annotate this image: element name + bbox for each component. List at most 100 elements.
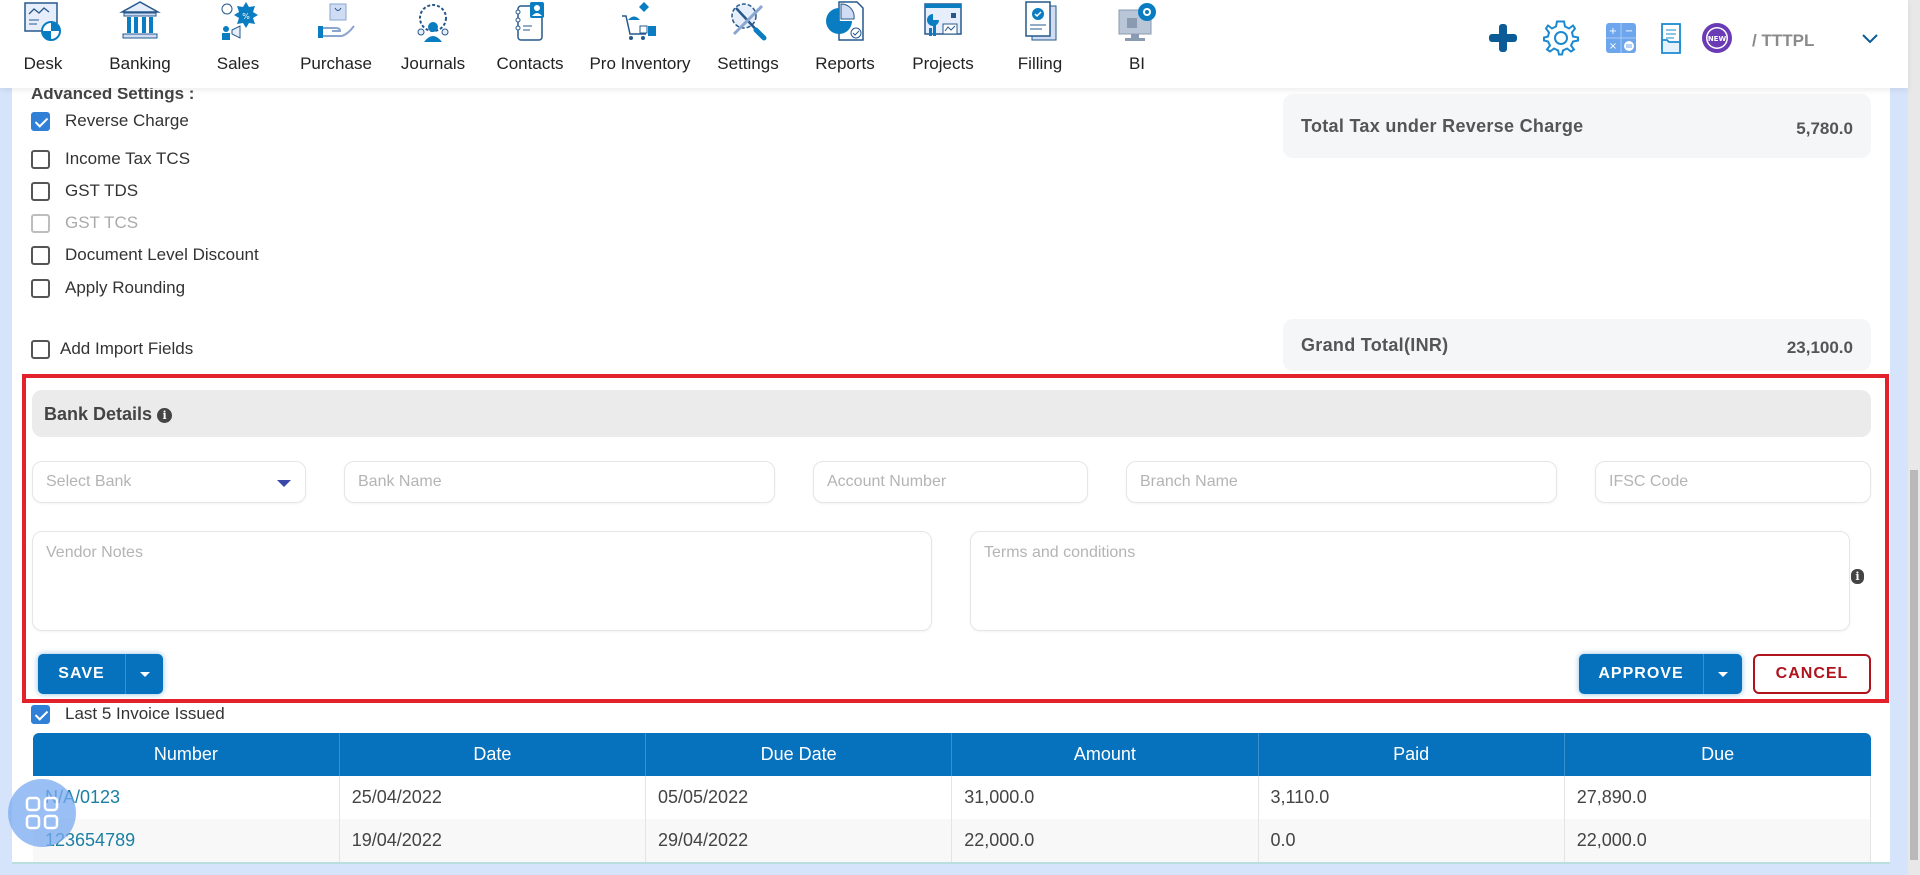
documents-icon[interactable] [1653, 20, 1689, 56]
branch-name-input[interactable] [1127, 462, 1556, 502]
nav-item-settings[interactable]: Settings [700, 0, 796, 88]
journals-icon [417, 4, 449, 42]
gear-icon[interactable] [1543, 20, 1579, 56]
apps-floating-button[interactable] [8, 779, 76, 847]
approve-button[interactable]: APPROVE [1579, 654, 1703, 694]
checkbox-label: GST TDS [65, 181, 139, 200]
bank-name-input[interactable] [345, 462, 774, 502]
column-header[interactable]: Date [339, 733, 647, 776]
terms-conditions-field[interactable] [970, 531, 1850, 631]
income-tax-tcs-option[interactable]: Income Tax TCS [31, 148, 190, 170]
nav-item-banking[interactable]: Banking [92, 0, 188, 88]
svg-text:NEW: NEW [1708, 35, 1727, 43]
gst-tcs-option: GST TCS [31, 212, 138, 234]
document-level-discount-option[interactable]: Document Level Discount [31, 244, 259, 266]
nav-item-bi[interactable]: BI [1089, 0, 1185, 88]
total-value: 23,100.0 [1786, 338, 1853, 357]
gst-tds-option[interactable]: GST TDS [31, 180, 138, 202]
terms-conditions-textarea[interactable] [971, 532, 1849, 630]
contacts-icon [515, 2, 544, 41]
invoice-date: 25/04/2022 [339, 776, 647, 819]
svg-text:%: % [242, 12, 250, 21]
calculator-icon[interactable]: + −× [1603, 20, 1639, 56]
checkbox-label: GST TCS [65, 213, 139, 232]
top-navigation-bar: Desk Banking % Sales Purchase Journals C… [0, 0, 1908, 88]
terms-info-icon[interactable]: i [1851, 569, 1864, 584]
column-header[interactable]: Due Date [645, 733, 953, 776]
nav-item-pro-inventory[interactable]: Pro Inventory [589, 0, 691, 88]
save-button[interactable]: SAVE [38, 654, 125, 694]
reverse-charge-checkbox[interactable] [31, 111, 50, 131]
nav-item-filling[interactable]: Filling [992, 0, 1088, 88]
grand-total: Grand Total(INR) 23,100.0 [1283, 319, 1871, 371]
apply-rounding-checkbox[interactable] [31, 278, 50, 298]
bi-icon [1118, 3, 1156, 41]
table-header-row: Number Date Due Date Amount Paid Due [33, 733, 1871, 776]
settings-icon [731, 3, 767, 41]
chevron-down-icon[interactable] [1860, 31, 1880, 45]
checkbox-label: Income Tax TCS [65, 149, 191, 168]
filling-icon [1025, 1, 1057, 41]
vendor-notes-textarea[interactable] [33, 532, 931, 630]
bank-name-field[interactable] [344, 461, 775, 503]
info-icon[interactable]: i [157, 407, 173, 423]
approve-options-dropdown[interactable] [1703, 654, 1742, 694]
invoice-table: Number Date Due Date Amount Paid Due N/A… [33, 733, 1872, 862]
gst-tds-checkbox[interactable] [31, 181, 50, 201]
income-tax-tcs-checkbox[interactable] [31, 149, 50, 169]
column-header[interactable]: Amount [951, 733, 1259, 776]
reports-icon [826, 1, 864, 41]
nav-item-journals[interactable]: Journals [385, 0, 481, 88]
invoice-date: 19/04/2022 [339, 819, 647, 862]
nav-item-reports[interactable]: Reports [797, 0, 893, 88]
last-5-invoice-toggle[interactable]: Last 5 Invoice Issued [31, 703, 225, 725]
new-badge-icon[interactable]: NEW [1699, 20, 1735, 56]
invoice-amount: 22,000.0 [951, 819, 1259, 862]
column-header[interactable]: Due [1564, 733, 1871, 776]
column-header[interactable]: Number [33, 733, 340, 776]
nav-item-sales[interactable]: % Sales [190, 0, 286, 88]
checkbox-label: Reverse Charge [65, 111, 189, 130]
invoice-paid: 3,110.0 [1258, 776, 1565, 819]
inventory-icon [622, 2, 656, 40]
caret-down-icon[interactable] [277, 480, 291, 487]
vendor-notes-field[interactable] [32, 531, 932, 631]
table-row: 123654789 19/04/2022 29/04/2022 22,000.0… [33, 819, 1872, 862]
account-number-input[interactable] [814, 462, 1087, 502]
nav-item-purchase[interactable]: Purchase [288, 0, 384, 88]
total-value: 5,780.0 [1796, 119, 1853, 138]
select-bank-input[interactable] [33, 462, 305, 502]
last-5-invoice-checkbox[interactable] [31, 704, 50, 724]
svg-text:+: + [1609, 26, 1617, 37]
branch-name-field[interactable] [1126, 461, 1557, 503]
desk-icon [24, 2, 61, 41]
cancel-button[interactable]: CANCEL [1753, 654, 1871, 694]
reverse-charge-total: Total Tax under Reverse Charge 5,780.0 [1283, 94, 1871, 158]
add-import-fields-checkbox[interactable] [31, 339, 50, 359]
account-number-field[interactable] [813, 461, 1088, 503]
invoice-number-link[interactable]: 123654789 [33, 819, 340, 862]
plus-icon[interactable] [1485, 20, 1521, 56]
column-header[interactable]: Paid [1258, 733, 1565, 776]
save-button-group: SAVE [38, 654, 163, 694]
select-bank-dropdown[interactable] [32, 461, 306, 503]
scrollbar-thumb[interactable] [1910, 470, 1918, 860]
ifsc-code-field[interactable] [1595, 461, 1871, 503]
add-import-fields-option[interactable]: Add Import Fields [31, 338, 193, 360]
ifsc-code-input[interactable] [1596, 462, 1870, 502]
nav-item-desk[interactable]: Desk [0, 0, 91, 88]
table-row: N/A/0123 25/04/2022 05/05/2022 31,000.0 … [33, 776, 1872, 819]
bank-details-title: Bank Details i [44, 404, 173, 425]
svg-text:×: × [1609, 41, 1617, 52]
nav-item-contacts[interactable]: Contacts [482, 0, 578, 88]
svg-text:−: − [1625, 26, 1633, 37]
reverse-charge-option[interactable]: Reverse Charge [31, 110, 189, 132]
company-name[interactable]: / TTTPL [1752, 31, 1814, 51]
document-level-discount-checkbox[interactable] [31, 245, 50, 265]
apply-rounding-option[interactable]: Apply Rounding [31, 277, 185, 299]
checkbox-label: Apply Rounding [65, 278, 186, 297]
save-options-dropdown[interactable] [125, 654, 163, 694]
invoice-paid: 0.0 [1258, 819, 1565, 862]
nav-item-projects[interactable]: Projects [895, 0, 991, 88]
invoice-number-link[interactable]: N/A/0123 [33, 776, 340, 819]
